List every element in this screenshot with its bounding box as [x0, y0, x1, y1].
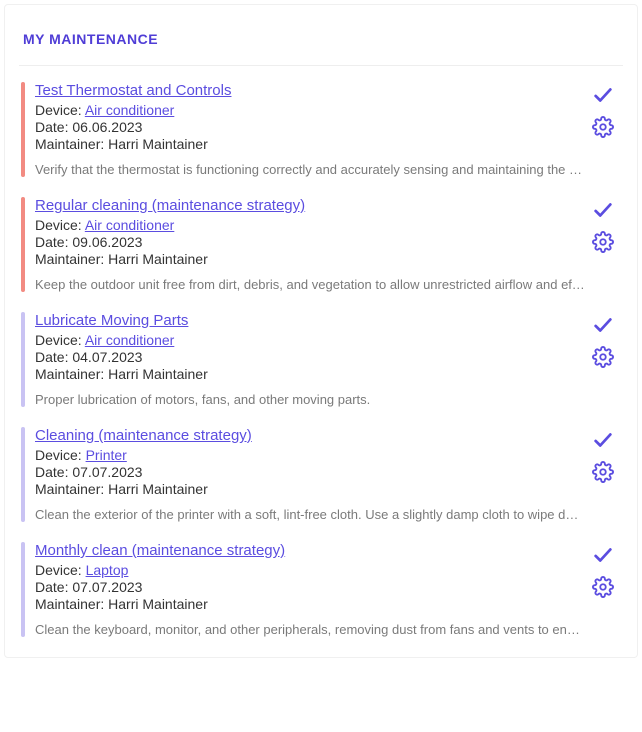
description: Proper lubrication of motors, fans, and … [35, 392, 585, 407]
settings-button[interactable] [592, 576, 614, 598]
check-icon [592, 84, 614, 106]
settings-button[interactable] [592, 231, 614, 253]
date-label: Date: [35, 579, 72, 595]
date-label: Date: [35, 349, 72, 365]
maintenance-title-link[interactable]: Cleaning (maintenance strategy) [35, 427, 252, 444]
device-label: Device: [35, 447, 86, 463]
card-content: Cleaning (maintenance strategy) Device: P… [35, 427, 585, 522]
maintenance-panel: MY MAINTENANCE Test Thermostat and Contr… [4, 4, 638, 658]
device-row: Device: Printer [35, 447, 585, 463]
date-value: 07.07.2023 [72, 579, 142, 595]
settings-button[interactable] [592, 461, 614, 483]
date-value: 06.06.2023 [72, 119, 142, 135]
maintenance-card: Regular cleaning (maintenance strategy) D… [19, 189, 623, 300]
description: Verify that the thermostat is functionin… [35, 162, 585, 177]
maintenance-card: Monthly clean (maintenance strategy) Devi… [19, 534, 623, 645]
date-label: Date: [35, 464, 72, 480]
maintainer-value: Harri Maintainer [108, 136, 208, 152]
gear-icon [592, 461, 614, 483]
card-actions [585, 82, 621, 177]
date-row: Date: 07.07.2023 [35, 579, 585, 595]
device-link[interactable]: Laptop [86, 562, 129, 578]
maintainer-value: Harri Maintainer [108, 596, 208, 612]
maintenance-title-link[interactable]: Test Thermostat and Controls [35, 82, 231, 99]
date-label: Date: [35, 119, 72, 135]
gear-icon [592, 116, 614, 138]
card-content: Monthly clean (maintenance strategy) Devi… [35, 542, 585, 637]
card-actions [585, 312, 621, 407]
card-actions [585, 542, 621, 637]
maintainer-row: Maintainer: Harri Maintainer [35, 596, 585, 612]
card-content: Regular cleaning (maintenance strategy) D… [35, 197, 585, 292]
device-link[interactable]: Air conditioner [85, 332, 175, 348]
device-link[interactable]: Printer [86, 447, 127, 463]
maintainer-row: Maintainer: Harri Maintainer [35, 136, 585, 152]
device-link[interactable]: Air conditioner [85, 217, 175, 233]
date-row: Date: 09.06.2023 [35, 234, 585, 250]
device-row: Device: Laptop [35, 562, 585, 578]
maintainer-label: Maintainer: [35, 366, 108, 382]
check-icon [592, 544, 614, 566]
complete-button[interactable] [592, 544, 614, 566]
maintainer-value: Harri Maintainer [108, 481, 208, 497]
maintainer-value: Harri Maintainer [108, 366, 208, 382]
description: Keep the outdoor unit free from dirt, de… [35, 277, 585, 292]
maintainer-value: Harri Maintainer [108, 251, 208, 267]
panel-title: MY MAINTENANCE [23, 31, 619, 47]
device-row: Device: Air conditioner [35, 217, 585, 233]
maintainer-label: Maintainer: [35, 136, 108, 152]
maintenance-card: Lubricate Moving Parts Device: Air condit… [19, 304, 623, 415]
card-content: Lubricate Moving Parts Device: Air condit… [35, 312, 585, 407]
device-label: Device: [35, 332, 85, 348]
description: Clean the exterior of the printer with a… [35, 507, 585, 522]
maintainer-row: Maintainer: Harri Maintainer [35, 251, 585, 267]
complete-button[interactable] [592, 429, 614, 451]
settings-button[interactable] [592, 116, 614, 138]
status-stripe [21, 197, 25, 292]
description: Clean the keyboard, monitor, and other p… [35, 622, 585, 637]
date-row: Date: 04.07.2023 [35, 349, 585, 365]
status-stripe [21, 82, 25, 177]
date-row: Date: 06.06.2023 [35, 119, 585, 135]
card-content: Test Thermostat and Controls Device: Air … [35, 82, 585, 177]
status-stripe [21, 312, 25, 407]
settings-button[interactable] [592, 346, 614, 368]
maintainer-row: Maintainer: Harri Maintainer [35, 481, 585, 497]
date-label: Date: [35, 234, 72, 250]
complete-button[interactable] [592, 199, 614, 221]
device-row: Device: Air conditioner [35, 332, 585, 348]
complete-button[interactable] [592, 314, 614, 336]
maintenance-card: Test Thermostat and Controls Device: Air … [19, 74, 623, 185]
device-label: Device: [35, 217, 85, 233]
status-stripe [21, 542, 25, 637]
device-link[interactable]: Air conditioner [85, 102, 175, 118]
date-value: 09.06.2023 [72, 234, 142, 250]
gear-icon [592, 231, 614, 253]
check-icon [592, 429, 614, 451]
maintenance-card: Cleaning (maintenance strategy) Device: P… [19, 419, 623, 530]
gear-icon [592, 346, 614, 368]
divider [19, 65, 623, 66]
device-label: Device: [35, 562, 86, 578]
maintainer-label: Maintainer: [35, 596, 108, 612]
status-stripe [21, 427, 25, 522]
maintenance-title-link[interactable]: Regular cleaning (maintenance strategy) [35, 197, 305, 214]
complete-button[interactable] [592, 84, 614, 106]
date-value: 04.07.2023 [72, 349, 142, 365]
device-label: Device: [35, 102, 85, 118]
check-icon [592, 314, 614, 336]
device-row: Device: Air conditioner [35, 102, 585, 118]
maintenance-list: Test Thermostat and Controls Device: Air … [19, 74, 623, 645]
maintainer-label: Maintainer: [35, 481, 108, 497]
check-icon [592, 199, 614, 221]
card-actions [585, 427, 621, 522]
date-value: 07.07.2023 [72, 464, 142, 480]
maintenance-title-link[interactable]: Lubricate Moving Parts [35, 312, 188, 329]
date-row: Date: 07.07.2023 [35, 464, 585, 480]
maintainer-label: Maintainer: [35, 251, 108, 267]
gear-icon [592, 576, 614, 598]
card-actions [585, 197, 621, 292]
maintenance-title-link[interactable]: Monthly clean (maintenance strategy) [35, 542, 285, 559]
maintainer-row: Maintainer: Harri Maintainer [35, 366, 585, 382]
